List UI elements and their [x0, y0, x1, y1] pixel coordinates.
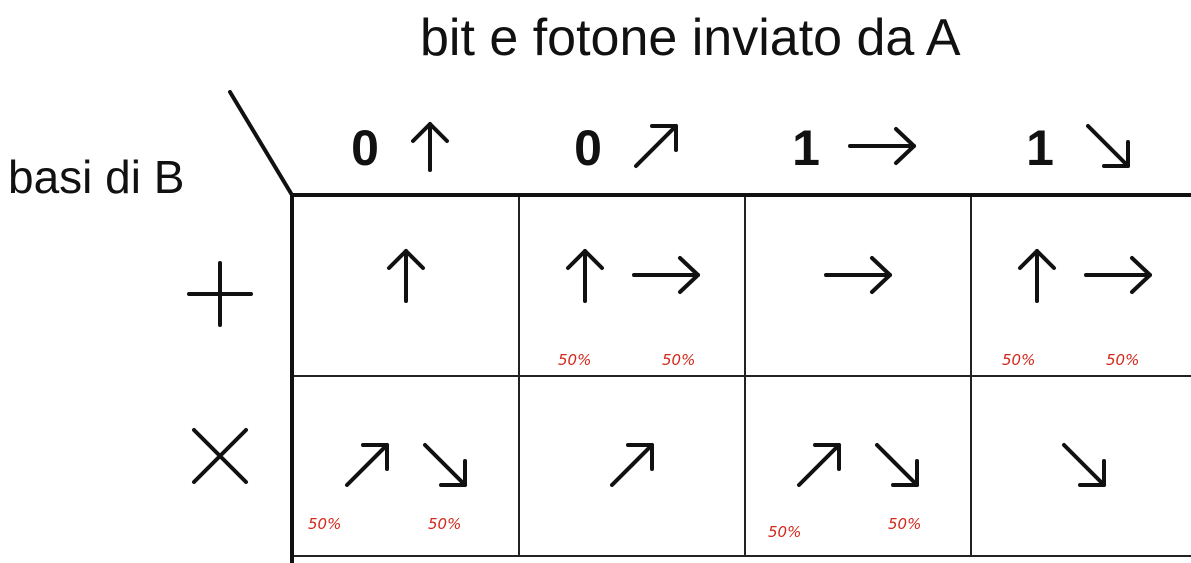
arrow-down-right-icon — [1056, 437, 1112, 498]
arrow-up-right-icon — [791, 437, 847, 498]
arrow-up-icon — [405, 118, 455, 179]
column-bit: 1 — [792, 120, 820, 176]
cell-plus-0-up — [294, 197, 520, 377]
row-header-plus — [170, 246, 270, 346]
percentage-label: 50% — [428, 515, 462, 533]
percentage-label: 50% — [1002, 351, 1036, 369]
arrow-up-right-icon — [604, 437, 660, 498]
percentage-label: 50% — [1106, 351, 1140, 369]
column-bit: 1 — [1026, 120, 1054, 176]
cell-cross-0-diag — [520, 377, 746, 557]
column-header-0: 0 — [290, 108, 516, 188]
percentage-label: 50% — [768, 523, 802, 541]
arrow-up-icon — [383, 245, 429, 310]
plus-basis-icon — [185, 259, 255, 334]
column-header-2: 1 — [742, 108, 968, 188]
measurement-table: 50% 50% 50% 50% 50% 50% 50% 50% — [290, 193, 1191, 563]
cross-basis-icon — [188, 424, 252, 493]
diagram-title: bit e fotone inviato da A — [420, 9, 961, 67]
cell-cross-0-up: 50% 50% — [294, 377, 520, 557]
percentage-label: 50% — [888, 515, 922, 533]
cell-cross-1-diag — [972, 377, 1191, 557]
arrow-right-icon — [846, 124, 918, 173]
percentage-label: 50% — [308, 515, 342, 533]
arrow-up-right-icon — [628, 118, 684, 179]
arrow-up-right-icon — [339, 437, 395, 498]
column-bit: 0 — [351, 120, 379, 176]
cell-plus-1-right — [746, 197, 972, 377]
percentage-label: 50% — [662, 351, 696, 369]
arrow-right-icon — [630, 253, 702, 302]
column-header-1: 0 — [516, 108, 742, 188]
arrow-up-icon — [1014, 245, 1060, 310]
arrow-down-right-icon — [869, 437, 925, 498]
arrow-down-right-icon — [1080, 118, 1136, 179]
arrow-down-right-icon — [417, 437, 473, 498]
row-header-title: basi di B — [8, 151, 185, 203]
row-header-cross — [170, 408, 270, 508]
cell-plus-0-diag: 50% 50% — [520, 197, 746, 377]
cell-plus-1-diag: 50% 50% — [972, 197, 1191, 377]
column-bit: 0 — [574, 120, 602, 176]
arrow-up-icon — [562, 245, 608, 310]
cell-cross-1-right: 50% 50% — [746, 377, 972, 557]
arrow-right-icon — [1082, 253, 1154, 302]
percentage-label: 50% — [558, 351, 592, 369]
arrow-right-icon — [822, 253, 894, 302]
column-header-3: 1 — [968, 108, 1191, 188]
